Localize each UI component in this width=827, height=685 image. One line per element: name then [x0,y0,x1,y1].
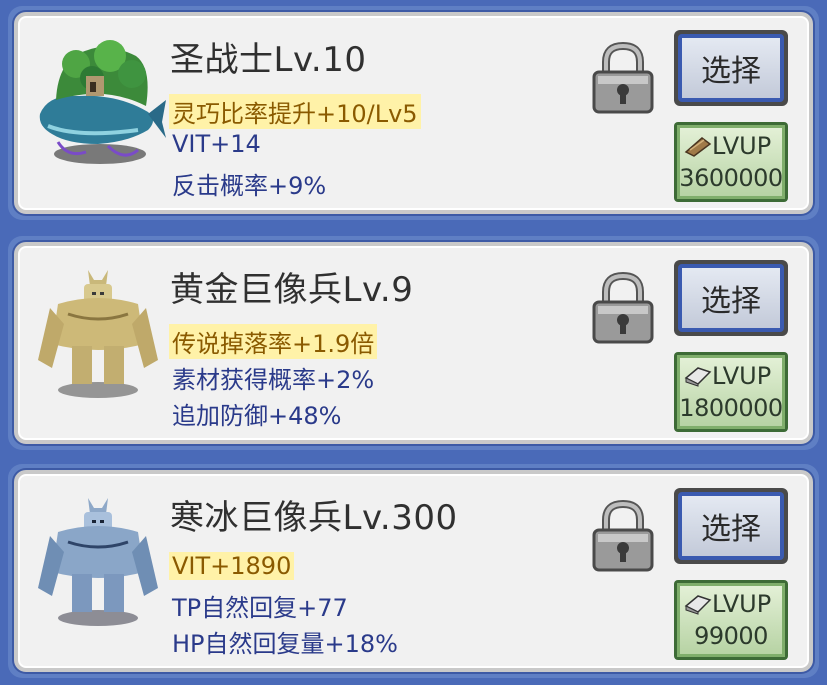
wood-icon [684,137,712,157]
lvup-cost: 1800000 [679,394,783,422]
select-button-label: 选择 [678,492,784,560]
unit-card-panel: 黄金巨像兵Lv.9 传说掉落率+1.9倍 素材获得概率+2% 追加防御+48% … [14,242,813,444]
lvup-label: LVUP [712,362,772,390]
lvup-cost: 3600000 [679,164,783,192]
highlight-stat: 灵巧比率提升+10/Lv5 [169,94,421,129]
unit-card-panel: 圣战士Lv.10 灵巧比率提升+10/Lv5 VIT+14 反击概率+9% 选择… [14,12,813,214]
select-button-label: 选择 [678,34,784,102]
lock-icon[interactable] [590,270,656,346]
stat-line: HP自然回复量+18% [172,630,398,658]
unit-name: 圣战士Lv.10 [170,40,367,80]
iron-ingot-icon [684,367,712,387]
select-button[interactable]: 选择 [674,488,788,564]
stat-line: VIT+14 [172,130,261,158]
unit-card-panel: 寒冰巨像兵Lv.300 VIT+1890 TP自然回复+77 HP自然回复量+1… [14,470,813,672]
ice-golem-portrait [38,498,158,626]
lvup-label: LVUP [712,590,772,618]
lock-icon[interactable] [590,498,656,574]
lvup-label: LVUP [712,132,772,160]
unit-card: 圣战士Lv.10 灵巧比率提升+10/Lv5 VIT+14 反击概率+9% 选择… [8,6,819,220]
select-button[interactable]: 选择 [674,30,788,106]
stat-line: 反击概率+9% [172,172,327,200]
stat-line: TP自然回复+77 [172,594,348,622]
lvup-button[interactable]: LVUP 1800000 [674,352,788,432]
lvup-button[interactable]: LVUP 99000 [674,580,788,660]
lvup-button[interactable]: LVUP 3600000 [674,122,788,202]
stat-line: 追加防御+48% [172,402,342,430]
unit-name: 黄金巨像兵Lv.9 [170,270,414,310]
lvup-button-face: LVUP 99000 [677,583,785,657]
lvup-button-face: LVUP 3600000 [677,125,785,199]
select-button-label: 选择 [678,264,784,332]
unit-name: 寒冰巨像兵Lv.300 [170,498,458,538]
golden-golem-portrait [38,270,158,398]
stat-line: 素材获得概率+2% [172,366,375,394]
iron-ingot-icon [684,595,712,615]
lock-icon[interactable] [590,40,656,116]
holy-warrior-whale-portrait [39,40,166,164]
highlight-stat: 传说掉落率+1.9倍 [169,324,378,359]
unit-card: 黄金巨像兵Lv.9 传说掉落率+1.9倍 素材获得概率+2% 追加防御+48% … [8,236,819,450]
unit-card: 寒冰巨像兵Lv.300 VIT+1890 TP自然回复+77 HP自然回复量+1… [8,464,819,678]
lvup-button-face: LVUP 1800000 [677,355,785,429]
lvup-cost: 99000 [694,622,768,650]
select-button[interactable]: 选择 [674,260,788,336]
highlight-stat: VIT+1890 [169,552,295,580]
